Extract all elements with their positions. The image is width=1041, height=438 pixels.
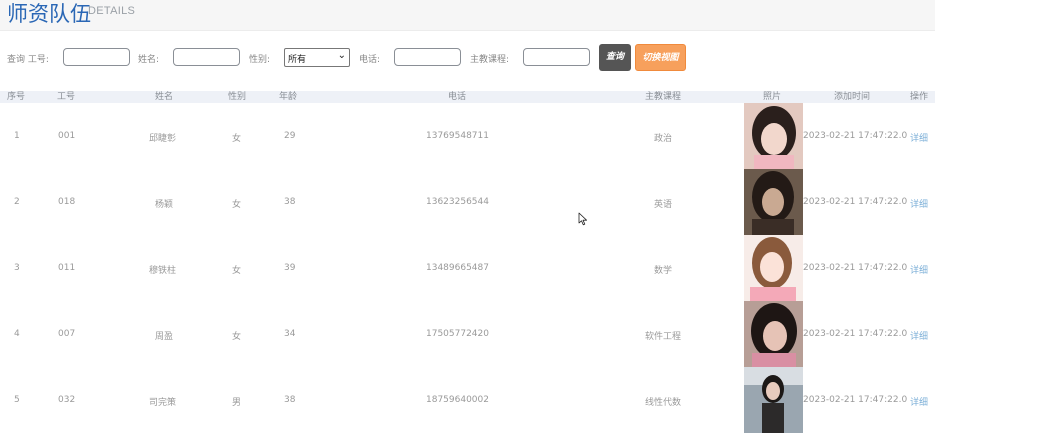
id-input[interactable]	[63, 48, 130, 66]
row-detail-link[interactable]: 详细	[910, 329, 928, 342]
switch-view-button[interactable]: 切换视图	[635, 44, 686, 71]
row-gender: 女	[232, 266, 242, 276]
row-gender: 男	[232, 398, 242, 408]
phone-input[interactable]	[394, 48, 461, 66]
teacher-photo	[744, 367, 803, 433]
table-row: 2 018 杨颖 女 38 13623256544 英语 2023-02-21 …	[0, 169, 935, 235]
row-name: 周盈	[155, 332, 174, 342]
row-time: 2023-02-21 17:47:22.0	[803, 395, 908, 405]
teacher-photo	[744, 301, 803, 367]
col-phone: 电话	[448, 92, 467, 102]
row-gender: 女	[232, 134, 242, 144]
row-id: 001	[58, 131, 76, 141]
table-row: 5 032 司完策 男 38 18759640002 线性代数 2023-02-…	[0, 367, 935, 433]
gender-select-value: 所有	[288, 55, 307, 65]
row-gender: 女	[232, 200, 242, 210]
row-age: 29	[284, 131, 296, 141]
teacher-list-panel: 师资队伍 DETAILS 查询 工号: 姓名: 性别: 所有 ⌄ 电话: 主教课…	[0, 0, 935, 438]
row-age: 39	[284, 263, 296, 273]
mouse-pointer-icon	[578, 212, 587, 226]
row-phone: 17505772420	[426, 329, 489, 339]
gender-select[interactable]: 所有 ⌄	[284, 48, 350, 67]
row-detail-link[interactable]: 详细	[910, 263, 928, 276]
gender-label: 性别:	[249, 55, 271, 65]
row-detail-link[interactable]: 详细	[910, 395, 928, 408]
row-name: 司完策	[149, 398, 177, 408]
row-id: 011	[58, 263, 76, 273]
col-time: 添加时间	[834, 92, 871, 102]
page-subtitle: DETAILS	[88, 5, 136, 17]
row-age: 34	[284, 329, 296, 339]
row-name: 穆铁柱	[149, 266, 177, 276]
row-id: 018	[58, 197, 76, 207]
row-id: 007	[58, 329, 76, 339]
col-name: 姓名	[155, 92, 174, 102]
row-age: 38	[284, 395, 296, 405]
table-row: 3 011 穆铁柱 女 39 13489665487 数学 2023-02-21…	[0, 235, 935, 301]
row-gender: 女	[232, 332, 242, 342]
table-header: 序号 工号 姓名 性别 年龄 电话 主教课程 照片 添加时间 操作	[0, 91, 935, 103]
search-bar: 查询 工号: 姓名: 性别: 所有 ⌄ 电话: 主教课程: 查询 切换视图	[0, 44, 935, 72]
col-course: 主教课程	[645, 92, 682, 102]
col-no: 序号	[7, 92, 26, 102]
page-title: 师资队伍	[7, 2, 91, 26]
table-row: 4 007 周盈 女 34 17505772420 软件工程 2023-02-2…	[0, 301, 935, 367]
row-no: 5	[14, 395, 20, 405]
course-input[interactable]	[523, 48, 590, 66]
table-row: 1 001 邱睫彰 女 29 13769548711 政治 2023-02-21…	[0, 103, 935, 169]
row-name: 杨颖	[155, 200, 174, 210]
teacher-photo	[744, 103, 803, 169]
row-no: 1	[14, 131, 20, 141]
row-detail-link[interactable]: 详细	[910, 197, 928, 210]
col-gender: 性别	[228, 92, 247, 102]
row-name: 邱睫彰	[149, 134, 177, 144]
name-label: 姓名:	[138, 55, 160, 65]
col-id: 工号	[57, 92, 76, 102]
col-age: 年龄	[279, 92, 298, 102]
row-no: 2	[14, 197, 20, 207]
chevron-down-icon: ⌄	[337, 50, 346, 61]
row-phone: 13769548711	[426, 131, 489, 141]
row-course: 数学	[654, 266, 673, 276]
page-header: 师资队伍 DETAILS	[0, 0, 935, 31]
row-time: 2023-02-21 17:47:22.0	[803, 263, 908, 273]
col-photo: 照片	[763, 92, 782, 102]
row-no: 3	[14, 263, 20, 273]
teacher-photo	[744, 169, 803, 235]
row-course: 线性代数	[645, 398, 682, 408]
row-no: 4	[14, 329, 20, 339]
row-course: 软件工程	[645, 332, 682, 342]
row-time: 2023-02-21 17:47:22.0	[803, 131, 908, 141]
row-id: 032	[58, 395, 76, 405]
row-phone: 13623256544	[426, 197, 489, 207]
row-course: 政治	[654, 134, 673, 144]
row-course: 英语	[654, 200, 673, 210]
row-time: 2023-02-21 17:47:22.0	[803, 197, 908, 207]
row-detail-link[interactable]: 详细	[910, 131, 928, 144]
row-phone: 18759640002	[426, 395, 489, 405]
row-phone: 13489665487	[426, 263, 489, 273]
teacher-photo	[744, 235, 803, 301]
name-input[interactable]	[173, 48, 240, 66]
phone-label: 电话:	[359, 55, 381, 65]
search-button[interactable]: 查询	[599, 44, 631, 71]
query-id-label: 查询 工号:	[7, 55, 49, 65]
row-time: 2023-02-21 17:47:22.0	[803, 329, 908, 339]
col-action: 操作	[910, 92, 929, 102]
course-label: 主教课程:	[470, 55, 510, 65]
row-age: 38	[284, 197, 296, 207]
